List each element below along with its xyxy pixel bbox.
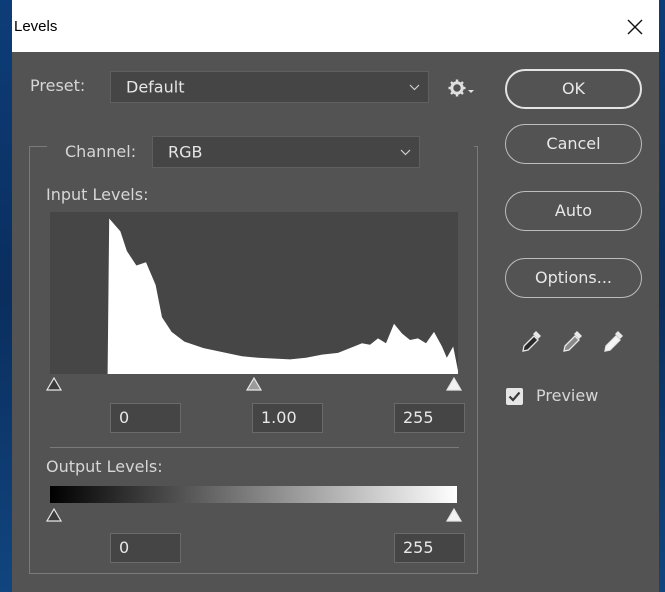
title-bar: Levels [12,0,659,52]
input-white-field[interactable]: 255 [394,403,465,433]
desktop-background-right [659,0,665,592]
close-button[interactable] [617,10,653,44]
desktop-background-left [0,0,12,592]
histogram-chart [50,218,458,374]
ok-button[interactable]: OK [505,69,642,109]
checkmark-icon [508,391,521,402]
chevron-down-icon [400,149,411,156]
histogram [50,212,458,374]
input-black-slider[interactable] [46,377,62,391]
cancel-button[interactable]: Cancel [505,124,642,164]
channel-value: RGB [168,142,203,162]
output-white-field[interactable]: 255 [394,533,465,563]
options-button[interactable]: Options... [505,258,642,298]
input-white-slider[interactable] [446,377,462,391]
output-black-field[interactable]: 0 [110,533,181,563]
output-gradient-bar [50,486,457,503]
channel-dropdown[interactable]: RGB [152,136,420,168]
output-black-slider[interactable] [46,508,62,522]
gear-icon[interactable] [448,78,476,98]
preview-label: Preview [536,386,599,405]
preset-dropdown[interactable]: Default [110,71,429,103]
auto-button[interactable]: Auto [505,191,642,231]
eyedropper-white-icon[interactable] [601,327,627,355]
levels-dialog: Levels Preset: Default Channel: RGB Inpu… [12,0,659,592]
divider [50,447,459,448]
input-levels-label: Input Levels: [46,185,149,204]
chevron-down-icon [409,84,420,91]
input-gamma-slider[interactable] [246,377,262,391]
window-title: Levels [14,18,58,35]
preview-checkbox[interactable] [506,388,523,405]
preset-value: Default [126,77,185,97]
input-black-field[interactable]: 0 [110,403,181,433]
output-levels-label: Output Levels: [46,457,163,476]
input-gamma-field[interactable]: 1.00 [252,403,323,433]
eyedropper-black-icon[interactable] [519,327,545,355]
histogram-area [50,218,458,374]
output-white-slider[interactable] [446,508,462,522]
preset-label: Preset: [30,76,86,95]
close-icon [627,19,643,35]
channel-label: Channel: [65,142,137,161]
eyedropper-gray-icon[interactable] [560,327,586,355]
